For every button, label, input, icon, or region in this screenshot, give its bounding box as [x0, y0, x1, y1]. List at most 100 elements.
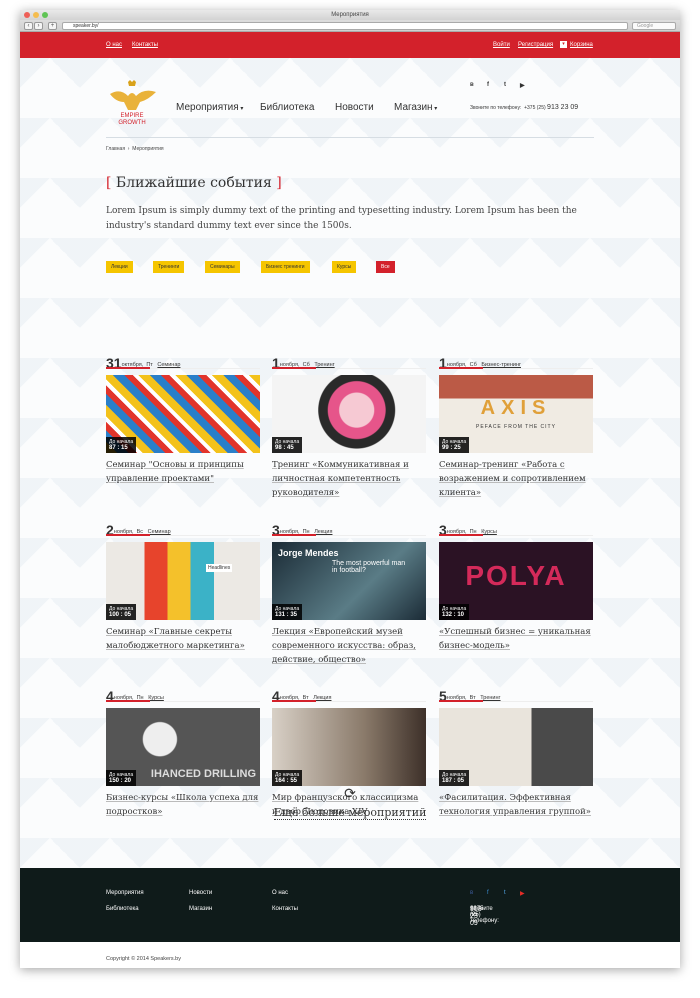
nav-library[interactable]: Библиотека — [260, 102, 314, 113]
add-tab-icon[interactable]: + — [48, 22, 57, 30]
more-events[interactable]: ⟳ Ещё больше мероприятий — [20, 785, 680, 821]
event-title[interactable]: «Успешный бизнес = уникальная бизнес-мод… — [439, 625, 593, 653]
cart-icon: ▾ — [560, 41, 567, 48]
event-date: 4ноября, Пн Курсы — [106, 686, 260, 704]
facebook-icon[interactable]: f — [487, 82, 489, 88]
logo-line1: EMPIRE — [120, 113, 143, 119]
filter-business-trainings[interactable]: Бизнес тренинги — [261, 261, 310, 273]
countdown: До начала 131 : 35 — [272, 604, 303, 620]
zoom-icon[interactable] — [42, 12, 48, 18]
event-type[interactable]: Бизнес-тренинг — [481, 362, 521, 368]
footer-twitter-icon[interactable]: t — [504, 890, 506, 896]
date-underline — [439, 367, 483, 369]
countdown-value: 99 : 25 — [442, 445, 461, 451]
search-field[interactable]: Google — [632, 22, 676, 30]
login-link[interactable]: Войти — [493, 42, 510, 48]
footer-shop[interactable]: Магазин — [189, 906, 212, 912]
countdown: До начала 164 : 55 — [272, 770, 303, 786]
contacts-link[interactable]: Контакты — [132, 42, 158, 48]
forward-icon[interactable]: › — [34, 22, 43, 30]
event-card[interactable]: 3ноября, Пн Курсы POLYA До начала 132 : 10… — [439, 520, 593, 653]
footer-about[interactable]: О нас — [272, 890, 288, 896]
breadcrumb: Главная › Мероприятия — [106, 146, 164, 152]
event-type[interactable]: Курсы — [481, 529, 497, 535]
event-image[interactable]: До начала 98 : 45 — [272, 375, 426, 453]
filter-trainings[interactable]: Тренинги — [153, 261, 185, 273]
window-title: Мероприятия — [331, 12, 369, 18]
back-icon[interactable]: ‹ — [24, 22, 33, 30]
top-bar: О нас Контакты Войти Регистрация ▾ Корзи… — [20, 32, 680, 58]
more-events-label: Ещё больше мероприятий — [273, 806, 427, 820]
bracket-open: [ — [106, 175, 112, 191]
event-date: 5ноября, Вт Тренинг — [439, 686, 593, 704]
vk-icon[interactable]: в — [470, 82, 474, 88]
nav-events[interactable]: Мероприятия ▾ — [176, 102, 243, 113]
filter-lectures[interactable]: Лекции — [106, 261, 133, 273]
date-underline — [272, 367, 316, 369]
twitter-icon[interactable]: t — [504, 82, 506, 88]
filter-courses[interactable]: Курсы — [332, 261, 357, 273]
event-card[interactable]: 31октября, Пт Семинар До начала 87 : 15 С… — [106, 353, 260, 486]
close-icon[interactable] — [24, 12, 30, 18]
footer-contacts[interactable]: Контакты — [272, 906, 298, 912]
event-image[interactable]: Headlines До начала 100 : 05 — [106, 542, 260, 620]
event-type[interactable]: Лекция — [314, 529, 332, 535]
address-bar[interactable]: speaker.by/ — [62, 22, 628, 30]
logo-line2: GROWTH — [118, 120, 145, 126]
jorge-text: Jorge Mendes — [278, 548, 339, 558]
event-title[interactable]: Тренинг «Коммуникативная и личностная ко… — [272, 458, 426, 500]
footer-library[interactable]: Библиотека — [106, 906, 139, 912]
filter-seminars[interactable]: Семинары — [205, 261, 240, 273]
countdown: До начала 100 : 05 — [106, 604, 137, 620]
event-title[interactable]: Лекция «Европейский музей современного и… — [272, 625, 426, 667]
event-type[interactable]: Курсы — [148, 695, 164, 701]
lead-text: Lorem Ipsum is simply dummy text of the … — [106, 206, 577, 231]
browser-toolbar: ‹ › + speaker.by/ Google — [20, 20, 680, 32]
header-phone: Звоните по телефону: +375 (25) 913 23 09 — [470, 104, 578, 111]
event-image[interactable]: До начала 187 : 05 — [439, 708, 593, 786]
minimize-icon[interactable] — [33, 12, 39, 18]
logo[interactable]: EMPIRE GROWTH — [106, 80, 158, 126]
event-card[interactable]: 3ноября, Пн Лекция Jorge Mendes The most … — [272, 520, 426, 667]
youtube-icon[interactable]: ▶ — [520, 82, 525, 89]
title-text: Ближайшие события — [115, 175, 272, 191]
event-image[interactable]: AXIS PEFACE FROM THE CITY До начала 99 : 25 — [439, 375, 593, 453]
event-title[interactable]: Семинар «Главные секреты малобюджетного … — [106, 625, 260, 653]
register-link[interactable]: Регистрация — [518, 42, 553, 48]
event-card[interactable]: 1ноября, Сб Тренинг До начала 98 : 45 Тре… — [272, 353, 426, 500]
footer-youtube-icon[interactable]: ▶ — [520, 890, 525, 897]
event-image[interactable]: IHANCED DRILLING До начала 150 : 20 — [106, 708, 260, 786]
event-card[interactable]: 2ноября, Вс Семинар Headlines До начала 10… — [106, 520, 260, 653]
event-card[interactable]: 1ноября, Сб Бизнес-тренинг AXIS PEFACE FR… — [439, 353, 593, 500]
event-title[interactable]: Семинар-тренинг «Работа с возражением и … — [439, 458, 593, 500]
event-image[interactable]: До начала 87 : 15 — [106, 375, 260, 453]
eagle-crown-icon: EMPIRE GROWTH — [110, 80, 156, 126]
nav-news[interactable]: Новости — [335, 102, 374, 113]
event-image[interactable]: POLYA До начала 132 : 10 — [439, 542, 593, 620]
phone-number: 913 23 09 — [547, 104, 579, 111]
drilling-text: IHANCED DRILLING — [150, 768, 256, 780]
filter-all[interactable]: Все — [376, 261, 395, 273]
footer-events[interactable]: Мероприятия — [106, 890, 144, 896]
footer-phone-number: 913 23 09 — [470, 906, 482, 927]
axis-text: AXIS — [480, 397, 552, 419]
event-image[interactable]: Jorge Mendes The most powerful man in foo… — [272, 542, 426, 620]
event-type[interactable]: Тренинг — [314, 362, 334, 368]
footer-facebook-icon[interactable]: f — [487, 890, 489, 896]
breadcrumb-current: Мероприятия — [132, 146, 164, 152]
event-type[interactable]: Семинар — [157, 362, 180, 368]
nav-shop[interactable]: Магазин ▾ — [394, 102, 437, 113]
about-link[interactable]: О нас — [106, 42, 122, 48]
footer-vk-icon[interactable]: в — [470, 890, 473, 896]
browser-window: Мероприятия ‹ › + speaker.by/ Google О н… — [20, 10, 680, 968]
event-type[interactable]: Тренинг — [480, 695, 500, 701]
event-title[interactable]: Семинар "Основы и принципы управление пр… — [106, 458, 260, 486]
cart-link[interactable]: Корзина — [570, 42, 593, 48]
breadcrumb-home[interactable]: Главная — [106, 146, 125, 152]
footer-news[interactable]: Новости — [189, 890, 212, 896]
countdown-value: 100 : 05 — [109, 612, 132, 618]
nav-shop-label: Магазин — [394, 102, 433, 113]
event-date: 31октября, Пт Семинар — [106, 353, 260, 371]
event-image[interactable]: До начала 164 : 55 — [272, 708, 426, 786]
event-type[interactable]: Семинар — [148, 529, 171, 535]
